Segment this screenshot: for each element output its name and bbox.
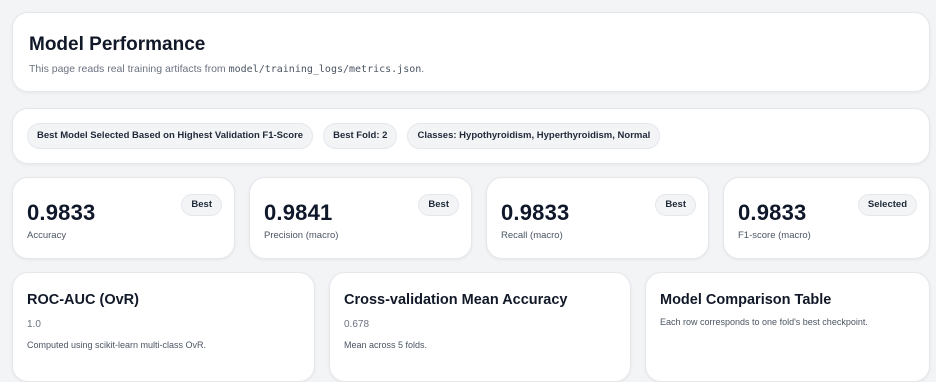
- subtitle-suffix: .: [421, 63, 425, 75]
- cross-validation-note: Mean across 5 folds.: [344, 340, 428, 350]
- page-subtitle: This page reads real training artifacts …: [29, 63, 913, 75]
- accuracy-card: 0.9833 Accuracy Best: [12, 177, 235, 259]
- cross-validation-card: Cross-validation Mean Accuracy 0.678 Mea…: [329, 272, 631, 382]
- page-title: Model Performance: [29, 34, 206, 55]
- f1-score-card: 0.9833 F1-score (macro) Selected: [723, 177, 930, 259]
- model-comparison-note: Each row corresponds to one fold's best …: [660, 317, 868, 327]
- roc-auc-note: Computed using scikit-learn multi-class …: [27, 340, 207, 350]
- recall-card: 0.9833 Recall (macro) Best: [486, 177, 709, 259]
- subtitle-prefix: This page reads real training artifacts …: [29, 63, 229, 75]
- metrics-file-path: model/training_logs/metrics.json: [228, 64, 422, 75]
- f1-score-label: F1-score (macro): [738, 230, 811, 241]
- cross-validation-title: Cross-validation Mean Accuracy: [344, 292, 568, 308]
- precision-card: 0.9841 Precision (macro) Best: [249, 177, 472, 259]
- cross-validation-value: 0.678: [344, 319, 370, 330]
- best-fold-chip: Best Fold: 2: [323, 123, 398, 149]
- model-comparison-card: Model Comparison Table Each row correspo…: [645, 272, 930, 382]
- roc-auc-card: ROC-AUC (OvR) 1.0 Computed using scikit-…: [12, 272, 315, 382]
- best-model-criteria-chip: Best Model Selected Based on Highest Val…: [27, 123, 314, 149]
- recall-label: Recall (macro): [501, 230, 563, 241]
- model-comparison-title: Model Comparison Table: [660, 292, 832, 308]
- roc-auc-title: ROC-AUC (OvR): [27, 292, 139, 308]
- recall-badge: Best: [655, 194, 696, 216]
- precision-badge: Best: [418, 194, 459, 216]
- classes-chip: Classes: Hypothyroidism, Hyperthyroidism…: [407, 123, 661, 149]
- header-card: Model Performance This page reads real t…: [12, 12, 930, 92]
- selection-info-card: Best Model Selected Based on Highest Val…: [12, 108, 930, 164]
- f1-score-badge: Selected: [857, 194, 917, 216]
- roc-auc-value: 1.0: [27, 319, 41, 330]
- precision-label: Precision (macro): [264, 230, 339, 241]
- accuracy-label: Accuracy: [27, 230, 67, 241]
- accuracy-badge: Best: [181, 194, 222, 216]
